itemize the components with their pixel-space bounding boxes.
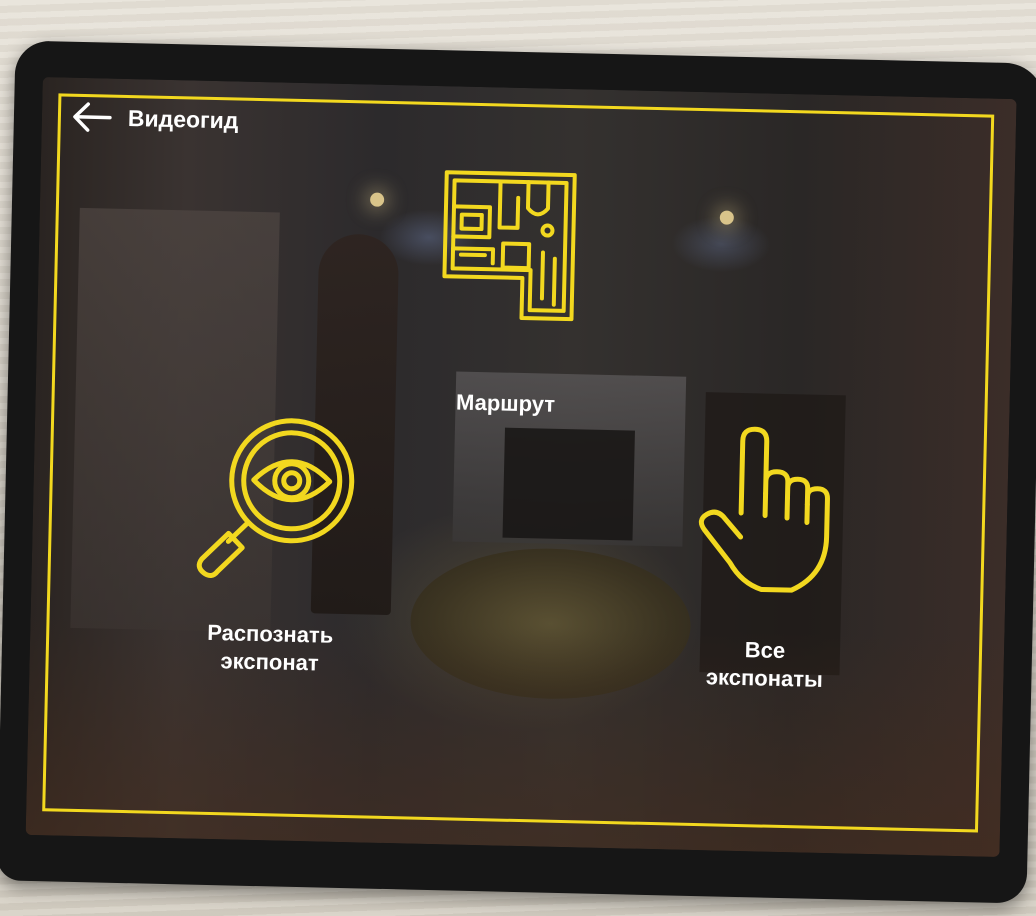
arrow-left-icon[interactable]: [70, 100, 115, 135]
recognize-exhibit-label: Распознать экспонат: [206, 619, 334, 677]
recognize-exhibit-button[interactable]: Распознать экспонат: [179, 410, 365, 677]
recognize-label-line-1: Распознать: [206, 619, 334, 648]
magnifier-eye-icon: [196, 418, 355, 578]
recognize-label-line-2: экспонат: [220, 647, 319, 675]
pointing-hand-icon: [698, 426, 830, 593]
page-title: Видеогид: [127, 104, 239, 133]
route-label: Маршрут: [456, 389, 556, 419]
route-button[interactable]: Маршрут: [435, 166, 581, 419]
all-exhibits-button[interactable]: Все экспонаты: [689, 422, 845, 693]
all-exhibits-label: Все экспонаты: [706, 635, 824, 693]
tablet-device: Видеогид Маршрут Распознать экспонат Все…: [0, 40, 1036, 904]
all-label-line-2: экспонаты: [705, 663, 824, 692]
all-label-line-1: Все: [744, 637, 786, 664]
tablet-screen: Видеогид Маршрут Распознать экспонат Все…: [25, 77, 1017, 857]
header: Видеогид: [70, 100, 239, 138]
route-label-line: Маршрут: [455, 389, 556, 417]
floor-plan-icon: [442, 170, 577, 322]
